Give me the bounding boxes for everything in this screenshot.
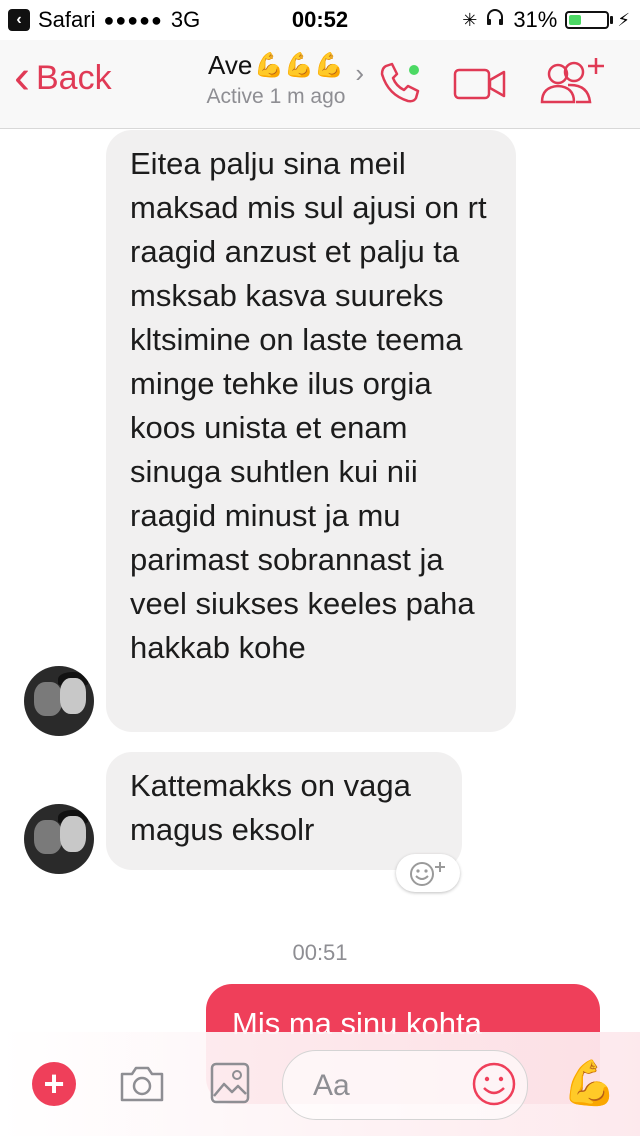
add-people-icon[interactable]: [538, 56, 608, 113]
avatar[interactable]: [24, 804, 94, 874]
back-label: Back: [35, 58, 112, 97]
contact-info[interactable]: Ave 💪💪💪 Active 1 m ago ›: [186, 50, 366, 109]
video-icon[interactable]: [452, 66, 508, 107]
activity-spinner-icon: ✳: [462, 9, 478, 30]
message-composer: + 💪: [0, 1032, 640, 1136]
status-bar: ‹ Safari ●●●●● 3G 00:52 ✳ 31% ⚡: [0, 0, 640, 40]
contact-status: Active 1 m ago: [206, 85, 346, 108]
flexed-biceps-icon[interactable]: 💪: [562, 1060, 617, 1108]
contact-name: Ave: [208, 50, 253, 80]
add-reaction-button[interactable]: [396, 854, 460, 892]
conversation-header: ‹ Back Ave 💪💪💪 Active 1 m ago ›: [0, 40, 640, 129]
message-bubble-incoming[interactable]: Kattemakks on vaga magus eksolr: [106, 752, 462, 870]
image-icon[interactable]: [210, 1062, 250, 1109]
battery-percent: 31%: [513, 7, 558, 32]
back-button[interactable]: ‹ Back: [14, 51, 112, 104]
phone-icon[interactable]: [376, 58, 424, 111]
message-bubble-incoming[interactable]: Eitea palju sina meil maksad mis sul aju…: [106, 130, 516, 732]
status-right: ✳ 31% ⚡: [462, 7, 630, 33]
emoji-icon[interactable]: [471, 1061, 517, 1112]
battery-fill: [569, 15, 581, 25]
chevron-left-icon: ‹: [14, 51, 30, 104]
camera-icon[interactable]: [118, 1064, 166, 1109]
message-input-wrapper: [282, 1050, 528, 1120]
plus-icon[interactable]: +: [32, 1062, 76, 1106]
add-reaction-icon: [410, 862, 445, 886]
headphones-icon: [485, 7, 505, 33]
avatar[interactable]: [24, 666, 94, 736]
battery-icon: [565, 11, 614, 29]
message-input[interactable]: [311, 1065, 465, 1107]
message-timestamp: 00:51: [292, 940, 348, 965]
charging-icon: ⚡: [617, 9, 630, 30]
chevron-right-icon: ›: [355, 58, 364, 88]
contact-name-emoji: 💪💪💪: [254, 52, 344, 79]
